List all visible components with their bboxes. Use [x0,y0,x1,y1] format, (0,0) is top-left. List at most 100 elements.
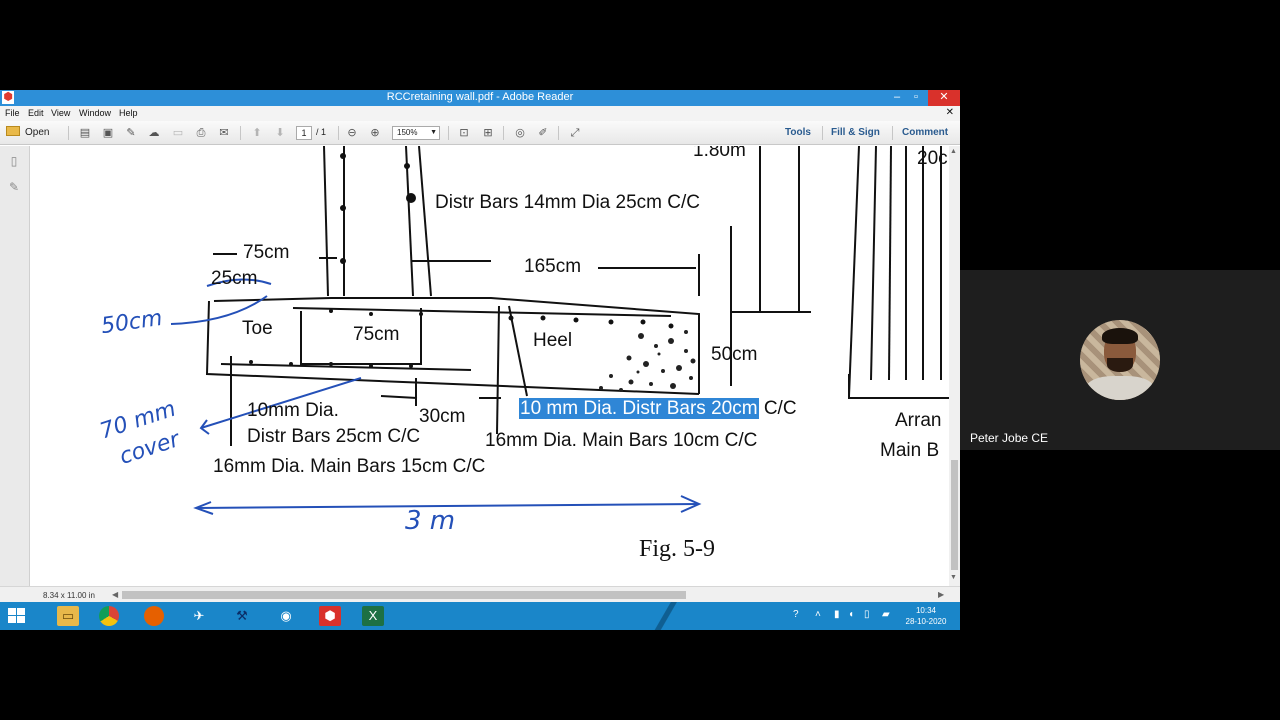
adobe-reader-window: ⬢ RCCretaining wall.pdf - Adobe Reader –… [0,90,960,630]
fit-page-icon[interactable]: ⊡ [456,125,472,141]
toe-bars-label: Distr Bars 25cm C/C [247,426,421,447]
file-explorer-icon[interactable]: ▭ [57,606,79,626]
toe-main-bars-label: 16mm Dia. Main Bars 15cm C/C [213,456,486,477]
chevron-down-icon: ▼ [430,129,437,136]
fill-sign-pane-button[interactable]: Fill & Sign [831,127,880,138]
zoom-out-icon[interactable]: ⊖ [344,125,360,141]
dimension-label: 75cm [243,242,290,263]
create-pdf-icon[interactable]: ▤ [77,125,93,141]
figure-caption: Fig. 5-9 [639,536,716,562]
dimension-label: 75cm [353,324,400,345]
zoom-select[interactable]: 150% ▼ [392,126,440,140]
avatar [1080,320,1160,400]
cloud-upload-icon[interactable]: ☁ [146,125,162,141]
dimension-label: 50cm [711,344,758,365]
attachments-icon[interactable]: ✎ [8,180,20,194]
scrollbar-thumb[interactable] [951,460,958,570]
distr-bars-label: Distr Bars 14mm Dia 25cm C/C [435,192,700,213]
stem-line [323,146,329,297]
toe-label: Toe [242,318,273,339]
help-icon[interactable]: ? [793,609,799,620]
status-bar: 8.34 x 11.00 in ◀ ▶ [0,586,960,602]
taskbar-stripe [640,602,700,630]
separator [240,126,241,140]
tray-expand-icon[interactable]: ˄ [815,609,821,620]
page-number-input[interactable]: 1 [296,126,312,140]
windows-logo-icon [8,608,16,615]
scroll-down-icon[interactable]: ▼ [950,574,957,581]
stem-line [418,146,432,297]
volume-icon[interactable]: ◖ [848,609,854,620]
firefox-icon[interactable] [144,606,164,626]
print-icon[interactable]: ⎙ [193,125,209,141]
menu-file[interactable]: File [5,108,20,118]
separator [68,126,69,140]
scrollbar-thumb[interactable] [122,591,686,599]
menu-bar: File Edit View Window Help ✕ [0,106,960,121]
heel-label: Heel [533,330,573,351]
camera-icon[interactable]: ◉ [275,606,297,626]
scroll-left-icon[interactable]: ◀ [112,590,118,599]
email-icon[interactable]: ✉ [216,125,232,141]
heel-distr-label: 10 mm Dia. Distr Bars 20cm C/C [519,398,797,419]
selected-text[interactable]: 10 mm Dia. Distr Bars 20cm [519,398,759,419]
arrangement-label: Arran [895,410,942,431]
arrangement-line [848,146,860,397]
participant-name: Peter Jobe CE [970,431,1049,445]
dimension-label: 25cm [211,268,258,289]
separator [892,126,893,140]
acrobat-icon[interactable]: ⬢ [319,606,341,626]
page-size-label: 8.34 x 11.00 in [43,591,95,600]
window-title: RCCretaining wall.pdf - Adobe Reader [386,91,574,103]
page-total: / 1 [316,127,327,137]
sticky-note-icon[interactable]: ◎ [512,125,528,141]
save-icon[interactable]: ▭ [170,125,186,141]
vertical-scrollbar[interactable]: ▲ ▼ [949,146,960,586]
edit-pdf-icon[interactable]: ✎ [123,125,139,141]
toolbar: Open ▤ ▣ ✎ ☁ ▭ ⎙ ✉ ⬆ ⬇ 1 / 1 ⊖ ⊕ 150% ▼ ⊡… [0,121,960,145]
app-icon[interactable]: ✈ [188,606,210,626]
handwritten-note: 3 m [405,506,456,536]
excel-icon[interactable]: X [362,606,384,626]
navigation-pane: ▯ ✎ [0,146,30,586]
separator [338,126,339,140]
menu-edit[interactable]: Edit [28,108,44,118]
next-page-icon[interactable]: ⬇ [272,125,288,141]
scroll-right-icon[interactable]: ▶ [938,590,944,599]
close-document-icon[interactable]: ✕ [946,107,954,118]
dimension-label: 165cm [524,256,582,277]
arrangement-line [848,374,949,399]
fit-width-icon[interactable]: ⊞ [480,125,496,141]
previous-page-icon[interactable]: ⬆ [249,125,265,141]
notification-icon[interactable]: ▰ [882,609,890,620]
page-thumbnails-icon[interactable]: ▯ [8,154,20,168]
participant-video-tile[interactable]: Peter Jobe CE [960,270,1280,450]
full-screen-icon[interactable]: ⤢ [567,125,583,141]
scroll-up-icon[interactable]: ▲ [950,148,957,155]
battery-icon[interactable]: ▮ [834,609,840,620]
tool-icon[interactable]: ⚒ [231,606,253,626]
zoom-in-icon[interactable]: ⊕ [367,125,383,141]
highlight-icon[interactable]: ✐ [535,125,551,141]
backfill-texture [599,330,696,392]
start-button[interactable] [8,608,26,624]
separator [558,126,559,140]
comment-pane-button[interactable]: Comment [902,127,948,138]
horizontal-scrollbar[interactable] [122,591,932,599]
system-clock[interactable]: 10:34 28-10-2020 [902,605,950,627]
top-rebar [292,307,672,317]
menu-window[interactable]: Window [79,108,111,118]
arrangement-line [888,146,892,381]
heel-main-bars-label: 16mm Dia. Main Bars 10cm C/C [485,430,758,451]
restore-button[interactable]: ▫ [904,90,928,106]
network-icon[interactable]: ▯ [864,609,870,620]
open-button[interactable]: Open [6,125,49,141]
tools-pane-button[interactable]: Tools [785,127,811,138]
document-view[interactable]: 1.80m 20c Distr Bars 14mm Dia 25cm C/C 7… [31,146,949,586]
dimension-label: 30cm [419,406,466,427]
export-pdf-icon[interactable]: ▣ [100,125,116,141]
menu-help[interactable]: Help [119,108,138,118]
close-button[interactable]: ✕ [928,90,960,106]
menu-view[interactable]: View [51,108,70,118]
chrome-icon[interactable] [99,606,119,626]
